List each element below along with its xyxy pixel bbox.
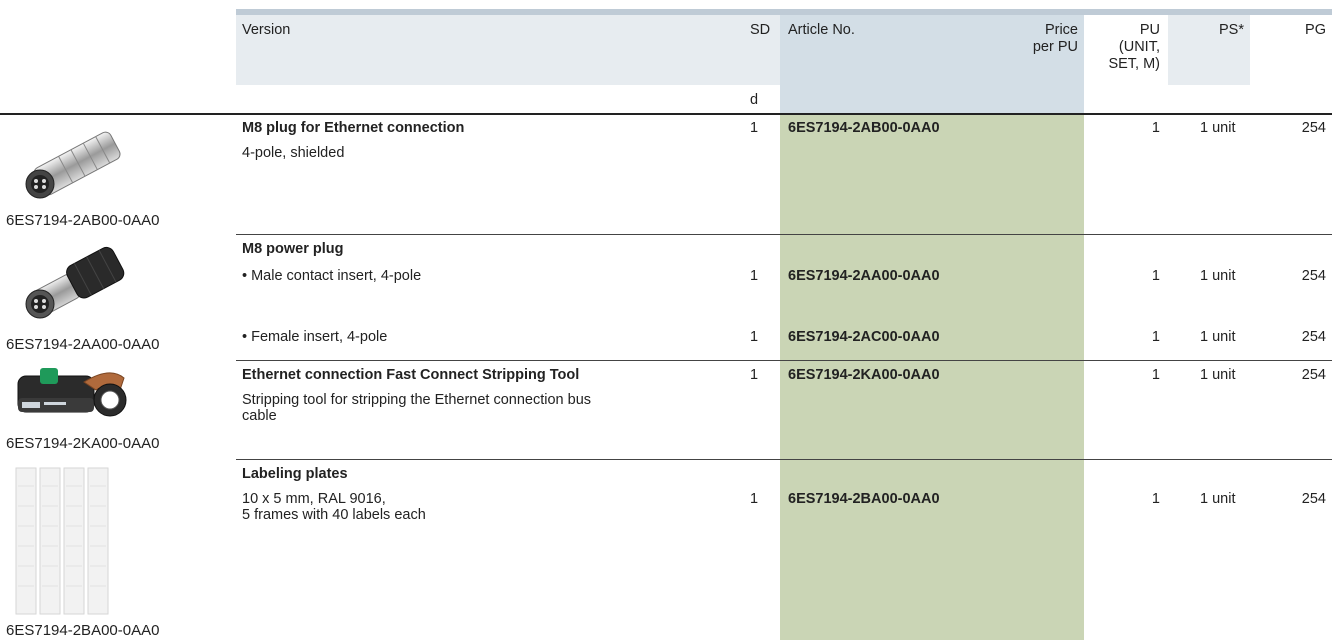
header-background: [236, 15, 780, 85]
pg-value: 254: [1301, 268, 1326, 284]
row-divider: [236, 234, 1332, 235]
pg-value: 254: [1301, 329, 1326, 345]
pu-value: 1: [1151, 120, 1160, 136]
header-bottom-rule: [0, 113, 1332, 115]
m8-power-plug-image: [14, 244, 134, 328]
ps-value: 1 unit: [1200, 120, 1236, 136]
product-title: Ethernet connection Fast Connect Strippi…: [242, 367, 580, 383]
header-pu-3: SET, M): [1108, 56, 1160, 72]
m8-ethernet-plug-image: [14, 124, 134, 208]
product-desc: Stripping tool for stripping the Etherne…: [242, 392, 592, 408]
ps-value: 1 unit: [1200, 367, 1236, 383]
product-desc: 5 frames with 40 labels each: [242, 507, 426, 523]
ps-value: 1 unit: [1200, 268, 1236, 284]
header-version: Version: [242, 22, 291, 38]
article-number: 6ES7194-2AB00-0AA0: [788, 120, 940, 136]
product-desc: cable: [242, 408, 277, 424]
stripping-tool-image: [14, 364, 134, 434]
sd-value: 1: [750, 367, 759, 383]
pu-value: 1: [1151, 268, 1160, 284]
header-pg: PG: [1305, 22, 1326, 38]
article-number: 6ES7194-2BA00-0AA0: [788, 491, 940, 507]
labeling-plates-image: [14, 466, 114, 622]
header-article-no: Article No.: [788, 22, 855, 38]
header-sd-unit: d: [750, 92, 759, 108]
image-caption: 6ES7194-2AA00-0AA0: [6, 336, 160, 353]
sd-value: 1: [750, 329, 759, 345]
article-number: 6ES7194-2AA00-0AA0: [788, 268, 940, 284]
sd-value: 1: [750, 268, 759, 284]
product-title: M8 power plug: [242, 241, 344, 257]
product-variant-desc: • Female insert, 4-pole: [242, 329, 388, 345]
header-ps: PS*: [1219, 22, 1244, 38]
ps-value: 1 unit: [1200, 329, 1236, 345]
image-caption: 6ES7194-2BA00-0AA0: [6, 622, 160, 639]
ps-value: 1 unit: [1200, 491, 1236, 507]
pg-value: 254: [1301, 491, 1326, 507]
pu-value: 1: [1151, 367, 1160, 383]
product-desc: 4-pole, shielded: [242, 145, 345, 161]
pu-value: 1: [1151, 491, 1160, 507]
row-divider: [236, 360, 1332, 361]
header-price-2: per PU: [1032, 39, 1078, 55]
product-variant-desc: • Male contact insert, 4-pole: [242, 268, 422, 284]
header-pu-1: PU: [1139, 22, 1160, 38]
article-number: 6ES7194-2KA00-0AA0: [788, 367, 940, 383]
image-caption: 6ES7194-2KA00-0AA0: [6, 435, 160, 452]
product-title: M8 plug for Ethernet connection: [242, 120, 465, 136]
pg-value: 254: [1301, 367, 1326, 383]
pg-value: 254: [1301, 120, 1326, 136]
pu-value: 1: [1151, 329, 1160, 345]
sd-value: 1: [750, 120, 759, 136]
sd-value: 1: [750, 491, 759, 507]
product-desc: 10 x 5 mm, RAL 9016,: [242, 491, 386, 507]
product-title: Labeling plates: [242, 466, 348, 482]
header-pu-2: (UNIT,: [1118, 39, 1160, 55]
header-price-1: Price: [1044, 22, 1078, 38]
article-number: 6ES7194-2AC00-0AA0: [788, 329, 940, 345]
image-caption: 6ES7194-2AB00-0AA0: [6, 212, 160, 229]
row-divider: [236, 459, 1332, 460]
header-sd: SD: [750, 22, 771, 38]
